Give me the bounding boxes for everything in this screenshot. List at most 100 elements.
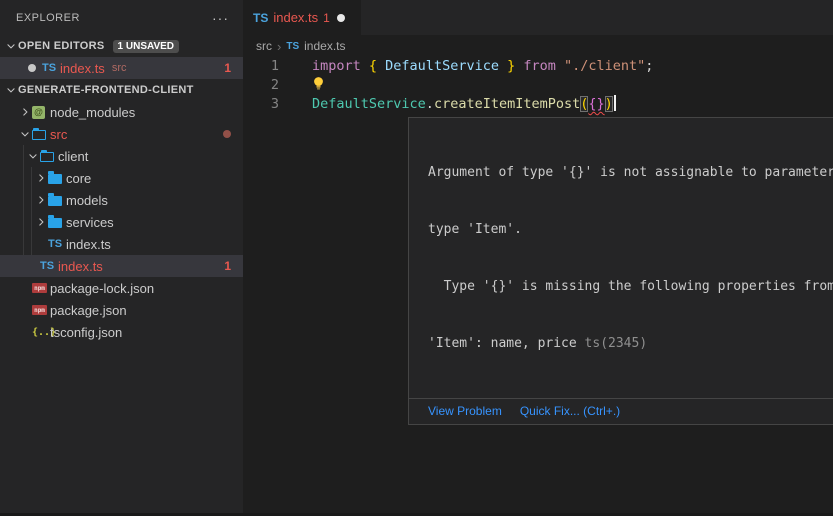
tree-item-label: services [66,215,114,230]
modified-dot-icon [223,130,231,138]
tree-item-label: node_modules [50,105,135,120]
matched-bracket: ) [605,96,613,112]
npm-icon: npm [32,305,47,315]
npm-icon: npm [32,283,47,293]
error-message-line: Type '{}' is missing the following prope… [428,277,833,296]
folder-icon [48,174,62,184]
error-message-text: 'Item': name, price [428,336,585,351]
tree-item-label: tsconfig.json [50,325,122,340]
error-count-badge: 1 [224,259,243,273]
tab-filename: index.ts [273,10,318,25]
tree-item-src[interactable]: src [0,123,243,145]
tree-item-label: index.ts [66,237,111,252]
tree-item-tsconfig-json[interactable]: {..} tsconfig.json [0,321,243,343]
chevron-right-icon [34,214,48,230]
code-token: createItemItemPost [434,96,580,112]
tree-item-label: client [58,149,88,164]
workspace-header[interactable]: GENERATE-FRONTEND-CLIENT [0,79,243,101]
tree-item-client-index-ts[interactable]: TS index.ts [0,233,243,255]
open-editor-filename: index.ts [60,61,105,76]
tab-bar: TS index.ts 1 [243,0,833,35]
folder-icon [48,196,62,206]
vscode-window: EXPLORER ··· OPEN EDITORS 1 UNSAVED TS i… [0,0,833,516]
code-token: . [426,96,434,112]
folder-open-icon [32,130,46,140]
error-token: {} [588,96,604,112]
breadcrumb-file[interactable]: index.ts [304,39,345,53]
unsaved-dot-icon [28,64,36,72]
chevron-down-icon [4,38,18,54]
code-token: "./client" [564,58,645,74]
chevron-right-icon [34,192,48,208]
code-line-3[interactable]: 3 DefaultService.createItemItemPost({}) [243,95,833,114]
tree-item-node-modules[interactable]: @ node_modules [0,101,243,123]
unsaved-dot-icon[interactable] [337,14,345,22]
text-cursor [614,95,616,111]
tree-item-services[interactable]: services [0,211,243,233]
unsaved-badge: 1 UNSAVED [113,40,180,53]
tree-item-label: models [66,193,108,208]
chevron-right-icon [18,104,32,120]
tree-item-package-json[interactable]: npm package.json [0,299,243,321]
folder-icon [48,218,62,228]
typescript-icon: TS [40,260,54,272]
code-line-2[interactable]: 2 [243,76,833,95]
breadcrumb-separator: › [277,39,281,54]
typescript-icon: TS [286,41,299,52]
more-actions-icon[interactable]: ··· [212,13,229,23]
node-modules-icon: @ [32,106,45,119]
open-editor-detail: src [112,62,127,74]
chevron-down-icon [18,126,32,142]
error-count-badge: 1 [224,61,243,75]
open-editors-label: OPEN EDITORS [18,40,105,52]
typescript-icon: TS [42,62,56,74]
breadcrumb-folder[interactable]: src [256,39,272,53]
file-tree: @ node_modules src client core [0,101,243,343]
code-line-1[interactable]: 1 import { DefaultService } from "./clie… [243,57,833,76]
typescript-icon: TS [253,11,268,25]
tree-item-label: core [66,171,91,186]
open-editors-header[interactable]: OPEN EDITORS 1 UNSAVED [0,35,243,57]
line-number: 1 [243,57,279,76]
lightbulb-icon[interactable] [312,76,325,97]
open-editor-item-index-ts[interactable]: TS index.ts src 1 [0,57,243,79]
chevron-right-icon [34,170,48,186]
code-token: DefaultService [312,96,426,112]
tree-item-package-lock-json[interactable]: npm package-lock.json [0,277,243,299]
explorer-sidebar: EXPLORER ··· OPEN EDITORS 1 UNSAVED TS i… [0,0,243,516]
tree-item-label: src [50,127,67,142]
tab-index-ts[interactable]: TS index.ts 1 [243,0,361,35]
error-message-line: Argument of type '{}' is not assignable … [428,163,833,182]
sidebar-header: EXPLORER ··· [0,0,243,35]
error-message: Argument of type '{}' is not assignable … [409,118,833,398]
tab-error-count: 1 [323,11,330,25]
tree-item-src-index-ts[interactable]: TS index.ts 1 [0,255,243,277]
quick-fix-link[interactable]: Quick Fix... (Ctrl+.) [520,404,620,418]
code-token: ; [645,58,653,74]
workspace-name: GENERATE-FRONTEND-CLIENT [18,84,194,96]
chevron-down-icon [4,82,18,98]
code-token: { [369,58,385,74]
breadcrumb: src › TS index.ts [243,35,833,57]
tree-item-label: package.json [50,303,127,318]
view-problem-link[interactable]: View Problem [428,404,502,418]
code-editor[interactable]: 1 import { DefaultService } from "./clie… [243,57,833,114]
error-message-line: 'Item': name, price ts(2345) [428,334,833,353]
error-message-line: type 'Item'. [428,220,833,239]
error-code-ref: ts(2345) [585,336,648,351]
tree-item-core[interactable]: core [0,167,243,189]
code-token: } [499,58,523,74]
error-hover-tooltip: Argument of type '{}' is not assignable … [408,117,833,425]
typescript-icon: TS [48,238,62,250]
tree-item-models[interactable]: models [0,189,243,211]
code-token: DefaultService [385,58,499,74]
tree-item-label: package-lock.json [50,281,154,296]
hover-status-bar: View Problem Quick Fix... (Ctrl+.) [409,398,833,424]
tree-item-client[interactable]: client [0,145,243,167]
tree-item-label: index.ts [58,259,103,274]
line-number: 3 [243,95,279,114]
line-number: 2 [243,76,279,95]
code-token: from [523,58,564,74]
code-token: import [312,58,369,74]
explorer-title: EXPLORER [16,12,80,24]
